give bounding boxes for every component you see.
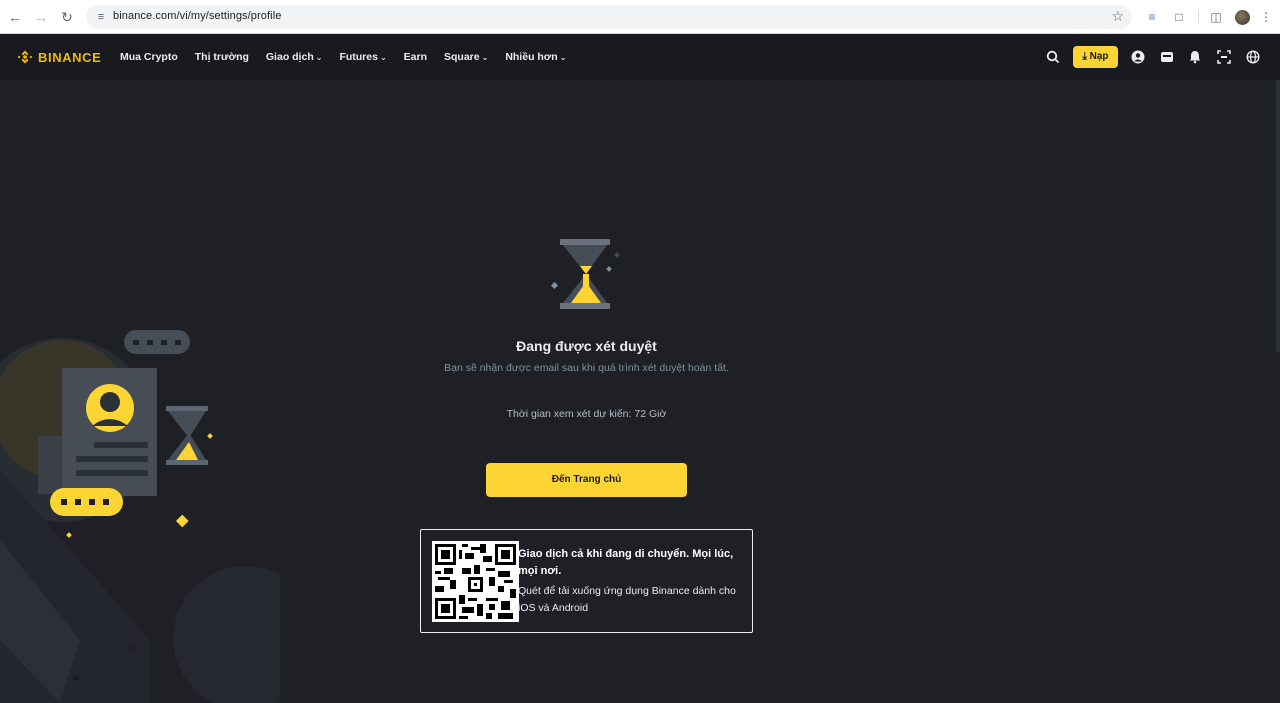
site-info-icon[interactable]: ≡: [94, 10, 108, 24]
profile-avatar[interactable]: [1235, 10, 1250, 25]
binance-logo[interactable]: BINANCE: [17, 49, 101, 65]
nav-item-markets[interactable]: Thị trường: [195, 51, 249, 63]
kebab-menu-icon[interactable]: ⋮: [1258, 9, 1274, 25]
verification-illustration: [0, 330, 280, 703]
back-arrow-icon[interactable]: ←: [6, 8, 24, 26]
nav-label: Mua Crypto: [120, 51, 178, 63]
hourglass-icon: [550, 239, 620, 309]
binance-logo-icon: [17, 50, 33, 64]
nav-label: Square: [444, 51, 480, 63]
puzzle-icon[interactable]: □: [1171, 9, 1187, 25]
app-promo-text: Giao dịch cả khi đang di chuyển. Mọi lúc…: [518, 546, 742, 617]
translate-icon[interactable]: ≡: [1144, 9, 1160, 25]
nav-label: Earn: [403, 51, 427, 63]
bell-icon[interactable]: [1188, 50, 1202, 64]
address-bar[interactable]: ≡ binance.com/vi/my/settings/profile ☆: [86, 5, 1132, 29]
app-qr-code[interactable]: [432, 541, 519, 622]
wallet-icon[interactable]: [1160, 50, 1174, 64]
chevron-down-icon: ⌄: [559, 53, 567, 62]
search-icon[interactable]: [1046, 50, 1060, 64]
review-subtitle: Bạn sẽ nhận được email sau khi quá trình…: [444, 362, 729, 374]
nav-label: Giao dịch: [265, 51, 314, 63]
nav-item-trade[interactable]: Giao dịch ⌄: [266, 51, 323, 63]
nav-item-buy-crypto[interactable]: Mua Crypto: [120, 51, 178, 63]
user-icon[interactable]: [1131, 50, 1145, 64]
chevron-down-icon: ⌄: [481, 53, 489, 62]
nav-item-earn[interactable]: Earn: [404, 51, 427, 63]
side-panel-icon[interactable]: ◫: [1208, 9, 1224, 25]
nav-item-square[interactable]: Square ⌄: [444, 51, 488, 63]
app-promo-title: Giao dịch cả khi đang di chuyển. Mọi lúc…: [518, 548, 734, 577]
nav-item-futures[interactable]: Futures ⌄: [339, 51, 386, 63]
go-home-button[interactable]: Đến Trang chủ: [486, 463, 687, 497]
app-download-card: Giao dịch cả khi đang di chuyển. Mọi lúc…: [420, 529, 753, 633]
deposit-button[interactable]: ⤓ Nạp: [1073, 46, 1118, 68]
main-nav: Mua Crypto Thị trường Giao dịch ⌄ Futures…: [120, 51, 583, 63]
nav-label: Thị trường: [194, 51, 249, 63]
browser-toolbar: ← → ↻ ≡ binance.com/vi/my/settings/profi…: [0, 0, 1280, 34]
nav-item-more[interactable]: Nhiều hơn ⌄: [505, 51, 566, 63]
globe-icon[interactable]: [1246, 50, 1260, 64]
chevron-down-icon: ⌄: [379, 53, 387, 62]
url-text[interactable]: binance.com/vi/my/settings/profile: [113, 10, 281, 22]
app-promo-description: Quét để tải xuống ứng dụng Binance dành …: [518, 585, 736, 614]
nav-label: Nhiều hơn: [505, 51, 558, 63]
main-content: Đang được xét duyệt Bạn sẽ nhận được ema…: [0, 80, 1280, 703]
page-scrollbar[interactable]: [1276, 80, 1280, 352]
logo-text: BINANCE: [38, 49, 102, 65]
estimated-review-time: Thời gian xem xét dự kiến: 72 Giờ: [506, 408, 667, 420]
download-icon: ⤓: [1082, 51, 1087, 62]
nav-label: Futures: [339, 51, 378, 63]
site-header: BINANCE Mua Crypto Thị trường Giao dịch ⌄…: [0, 34, 1280, 80]
deposit-label: Nạp: [1089, 51, 1109, 62]
download-qr-icon[interactable]: [1217, 50, 1231, 64]
page-title: Đang được xét duyệt: [516, 338, 657, 354]
forward-arrow-icon[interactable]: →: [32, 8, 50, 26]
bookmark-star-icon[interactable]: ☆: [1111, 8, 1124, 25]
reload-icon[interactable]: ↻: [58, 8, 76, 26]
toolbar-divider: [1198, 10, 1199, 24]
chevron-down-icon: ⌄: [315, 53, 323, 62]
